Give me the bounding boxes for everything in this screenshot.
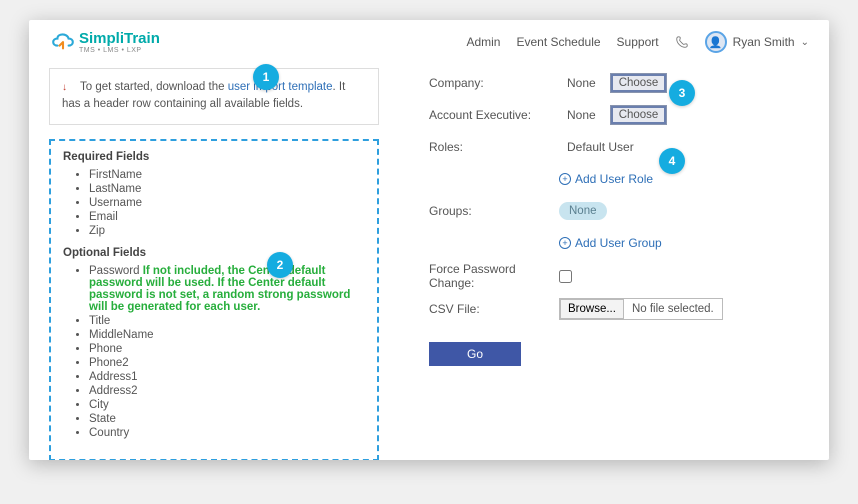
company-value: None xyxy=(559,72,604,94)
info-prefix: To get started, download the xyxy=(80,81,228,93)
download-template-box: ↓ To get started, download the user impo… xyxy=(49,68,379,125)
list-item: LastName xyxy=(89,183,365,195)
add-user-group-link[interactable]: +Add User Group xyxy=(559,236,662,250)
roles-label: Roles: xyxy=(429,140,559,154)
avatar-icon: 👤 xyxy=(705,31,727,53)
list-item: Address1 xyxy=(89,371,365,383)
roles-value: Default User xyxy=(559,136,642,158)
chevron-down-icon: ⌄ xyxy=(801,37,809,48)
brand-subtitle: TMS • LMS • LXP xyxy=(79,47,160,54)
list-item: MiddleName xyxy=(89,329,365,341)
list-item: Password If not included, the Center def… xyxy=(89,265,365,313)
list-item: City xyxy=(89,399,365,411)
list-item: Address2 xyxy=(89,385,365,397)
list-item: Title xyxy=(89,315,365,327)
plus-icon: + xyxy=(559,237,571,249)
nav-admin[interactable]: Admin xyxy=(466,35,500,49)
csv-label: CSV File: xyxy=(429,302,559,316)
force-password-checkbox[interactable] xyxy=(559,270,572,283)
phone-icon[interactable] xyxy=(675,35,689,49)
choose-company-button[interactable]: Choose xyxy=(610,73,668,93)
file-status: No file selected. xyxy=(624,303,722,315)
brand: SimpliTrain TMS • LMS • LXP xyxy=(49,30,160,54)
ae-value: None xyxy=(559,104,604,126)
brand-name: SimpliTrain xyxy=(79,30,160,47)
company-label: Company: xyxy=(429,76,559,90)
list-item: Email xyxy=(89,211,365,223)
user-menu[interactable]: 👤 Ryan Smith ⌄ xyxy=(705,31,809,53)
ae-label: Account Executive: xyxy=(429,108,559,122)
plus-icon: + xyxy=(559,173,571,185)
top-header: SimpliTrain TMS • LMS • LXP Admin Event … xyxy=(29,20,829,64)
nav-event-schedule[interactable]: Event Schedule xyxy=(516,35,600,49)
list-item: Username xyxy=(89,197,365,209)
list-item: Zip xyxy=(89,225,365,237)
groups-label: Groups: xyxy=(429,204,559,218)
required-fields-heading: Required Fields xyxy=(63,151,365,163)
add-user-role-link[interactable]: +Add User Role xyxy=(559,172,653,186)
fpc-label: Force Password Change: xyxy=(429,262,559,290)
list-item: State xyxy=(89,413,365,425)
nav-support[interactable]: Support xyxy=(617,35,659,49)
list-item: Phone2 xyxy=(89,357,365,369)
username: Ryan Smith xyxy=(733,35,795,49)
browse-button[interactable]: Browse... xyxy=(560,299,624,319)
download-icon: ↓ xyxy=(62,82,67,93)
list-item: FirstName xyxy=(89,169,365,181)
list-item: Phone xyxy=(89,343,365,355)
go-button[interactable]: Go xyxy=(429,342,521,366)
choose-ae-button[interactable]: Choose xyxy=(610,105,668,125)
user-import-template-link[interactable]: user import template xyxy=(228,81,333,93)
fields-reference-box: Required Fields FirstName LastName Usernam… xyxy=(49,139,379,461)
groups-value: None xyxy=(559,202,607,220)
cloud-logo-icon xyxy=(49,30,77,50)
list-item: Country xyxy=(89,427,365,439)
optional-fields-heading: Optional Fields xyxy=(63,247,365,259)
